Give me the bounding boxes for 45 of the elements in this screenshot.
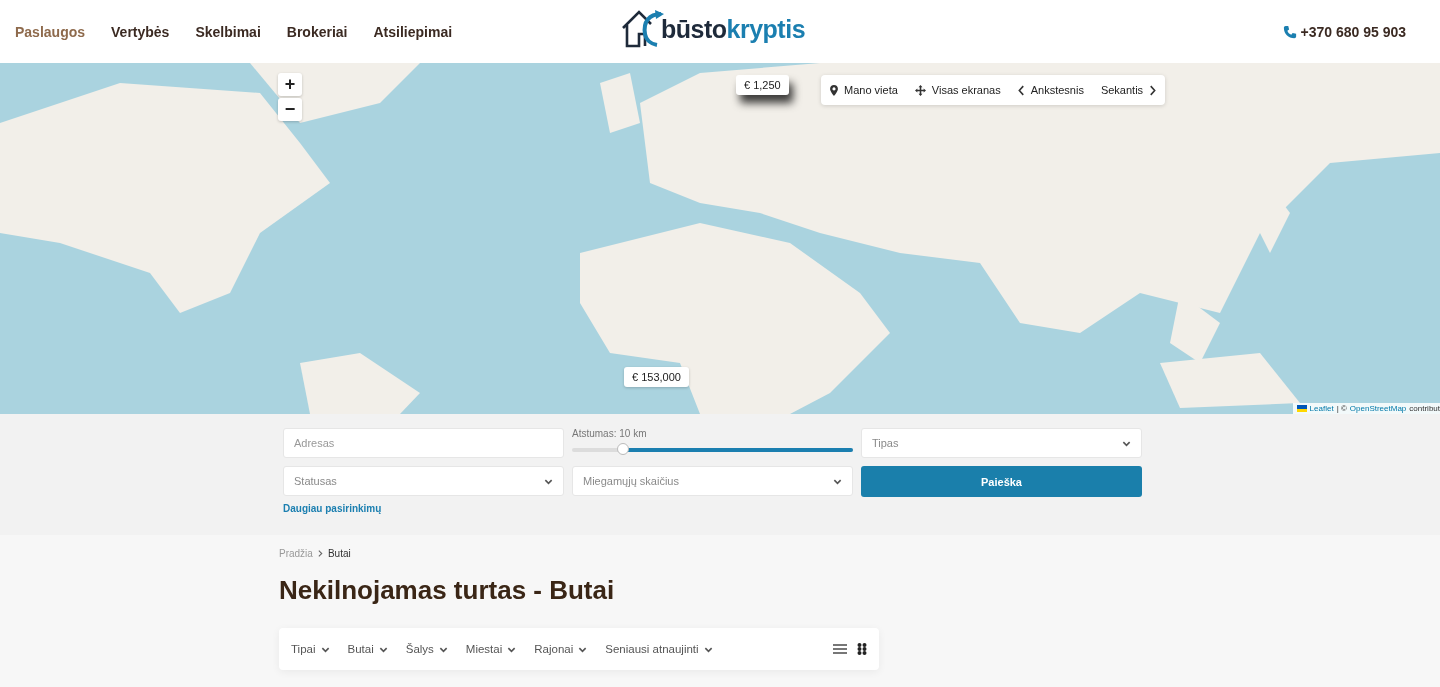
distance-label: Atstumas: 10 km [572, 428, 648, 439]
zoom-button[interactable]: − [278, 98, 302, 121]
filter-dropdown[interactable]: Seniausi atnaujinti [605, 643, 713, 655]
nav-link[interactable]: Skelbimai [195, 23, 261, 40]
page-title: Nekilnojamas turtas - Butai [279, 575, 616, 606]
price-marker[interactable]: € 153,000 [624, 367, 689, 387]
attribution-text: contribut [1409, 404, 1440, 413]
nav-link[interactable]: Brokeriai [286, 23, 348, 40]
list-view-icon[interactable] [833, 643, 847, 655]
phone-number[interactable]: +370 680 95 903 [1300, 23, 1406, 40]
nav-link[interactable]: Atsiliepimai [373, 23, 453, 40]
map-tool-button[interactable]: Visas ekranas [914, 84, 1001, 96]
filter-dropdown[interactable]: Miestai [465, 643, 517, 655]
map-tool-button[interactable]: Mano vieta [830, 84, 898, 96]
move-arrows-icon [914, 84, 926, 96]
filter-dropdown[interactable]: Rajonai [534, 643, 588, 655]
slider-thumb[interactable] [616, 443, 629, 455]
chevron-left-icon [1017, 84, 1025, 96]
openstreetmap-link[interactable]: OpenStreetMap [1349, 404, 1407, 413]
status-dropdown[interactable]: Statusas [283, 466, 564, 496]
distance-slider[interactable] [572, 443, 853, 457]
attribution-text: | © [1336, 404, 1347, 413]
map-tool-button[interactable]: Ankstesnis [1017, 84, 1084, 96]
type-dropdown[interactable]: Tipas [861, 428, 1142, 458]
nav-link[interactable]: Vertybės [111, 23, 170, 40]
breadcrumb-separator-icon [317, 550, 323, 557]
search-button[interactable]: Paieška [861, 466, 1142, 497]
bedrooms-dropdown[interactable]: Miegamųjų skaičius [572, 466, 853, 496]
map-pin-icon [830, 84, 838, 96]
grid-view-icon[interactable] [857, 643, 867, 655]
zoom-button[interactable]: + [278, 73, 302, 96]
breadcrumb-link[interactable]: Butai [327, 548, 351, 559]
filter-dropdown[interactable]: Tipai [291, 643, 330, 655]
ukraine-flag-icon [1296, 405, 1307, 412]
leaflet-link[interactable]: Leaflet [1309, 404, 1334, 413]
map-tool-button[interactable]: Sekantis [1100, 84, 1157, 96]
price-marker[interactable]: € 1,250 [736, 75, 789, 95]
filter-dropdown[interactable]: Butai [347, 643, 388, 655]
nav-link[interactable]: Paslaugos [15, 23, 86, 40]
filter-dropdown[interactable]: Šalys [405, 643, 448, 655]
more-options-link[interactable]: Daugiau pasirinkimų [283, 503, 382, 514]
phone-icon [1282, 24, 1297, 39]
logo-text: būstokryptis [661, 17, 806, 42]
address-field[interactable]: Adresas [283, 428, 564, 458]
chevron-right-icon [1149, 84, 1157, 96]
